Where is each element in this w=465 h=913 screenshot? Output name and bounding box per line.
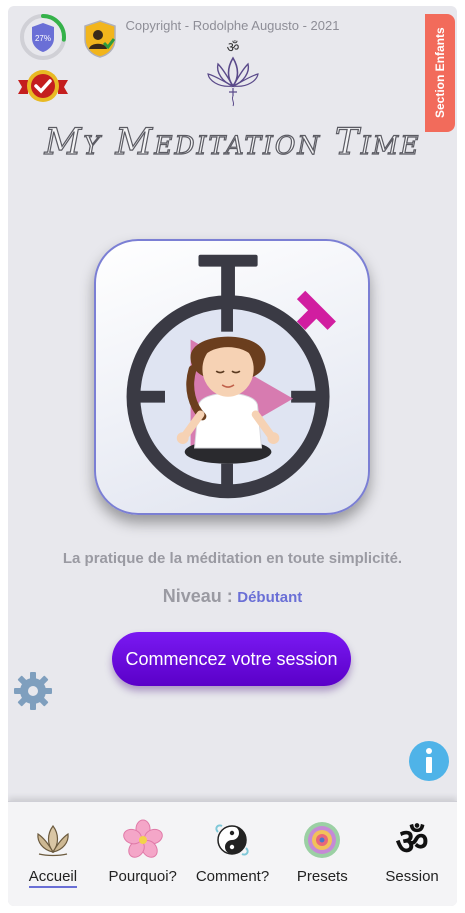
nav-label-presets: Presets [296, 868, 348, 885]
nav-item-session[interactable]: ॐ Session [367, 802, 457, 906]
nav-item-accueil[interactable]: Accueil [8, 802, 98, 906]
nav-label-session: Session [385, 868, 439, 885]
kids-section-tab[interactable]: Section Enfants [425, 14, 455, 132]
nav-item-comment[interactable]: Comment? [188, 802, 278, 906]
start-session-button[interactable]: Commencez votre session [112, 632, 351, 686]
bottom-nav: Accueil Pourquoi? Comment? Presets ॐ Ses… [8, 801, 457, 906]
om-icon: ॐ [396, 822, 429, 862]
gear-icon[interactable] [12, 670, 54, 712]
nav-label-pourquoi: Pourquoi? [108, 868, 177, 885]
tagline-text: La pratique de la méditation en toute si… [62, 550, 403, 567]
award-badge-icon[interactable] [16, 66, 70, 106]
kids-section-label: Section Enfants [433, 27, 447, 119]
nav-item-pourquoi[interactable]: Pourquoi? [98, 802, 188, 906]
hero-card[interactable] [94, 239, 370, 515]
progress-percent: 27% [35, 34, 51, 43]
lotus-icon [37, 824, 69, 857]
svg-text:ॐ: ॐ [227, 40, 240, 56]
level-value[interactable]: Débutant [237, 589, 302, 606]
level-row: Niveau : Débutant [8, 586, 457, 607]
nav-label-comment: Comment? [195, 868, 270, 885]
nav-label-accueil: Accueil [28, 868, 78, 888]
lotus-logo-icon: ॐ [207, 40, 259, 107]
app-title: My Meditation Time [44, 121, 421, 163]
info-icon[interactable] [408, 740, 450, 782]
nav-item-presets[interactable]: Presets [277, 802, 367, 906]
app-screen: 27% Copyright - Rodolphe Augusto - 2021 … [8, 6, 457, 906]
meditation-timer-illustration [126, 254, 336, 499]
mandala-icon [304, 822, 341, 858]
yin-yang-icon [215, 824, 250, 856]
svg-text:ॐ: ॐ [396, 822, 429, 862]
flower-icon [122, 819, 163, 858]
level-label: Niveau : [162, 586, 233, 606]
copyright-text: Copyright - Rodolphe Augusto - 2021 [125, 18, 340, 33]
